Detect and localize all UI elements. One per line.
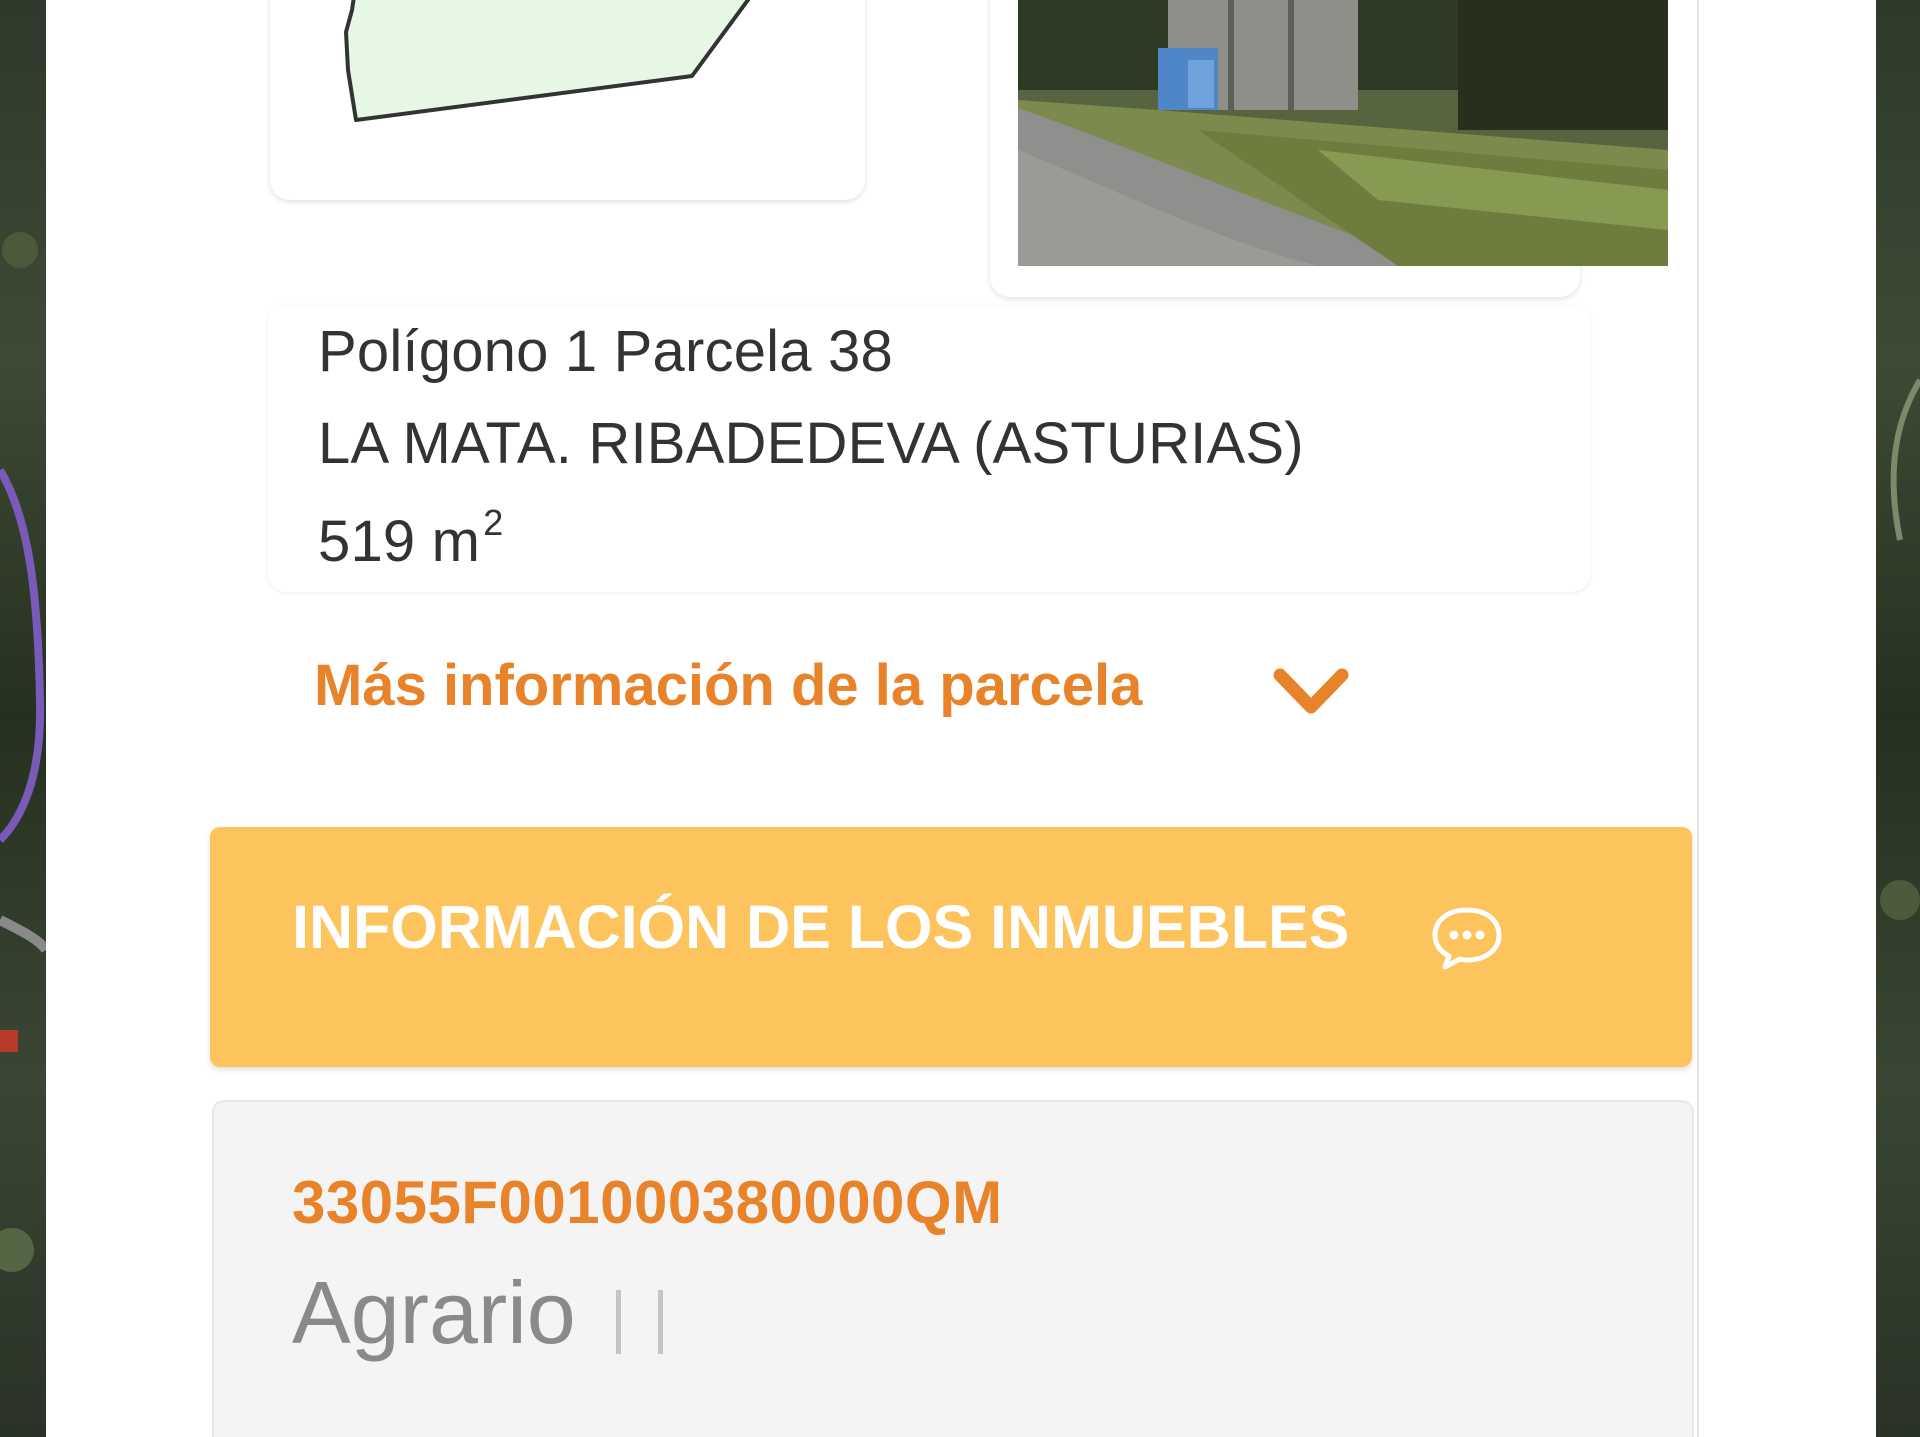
parcel-outline-card[interactable] bbox=[270, 0, 865, 200]
property-separator bbox=[658, 1290, 663, 1354]
parcel-area-exponent: 2 bbox=[483, 502, 504, 543]
panel-divider bbox=[1697, 0, 1699, 1437]
screen: Polígono 1 Parcela 38 LA MATA. RIBADEDEV… bbox=[0, 0, 1920, 1437]
cadastral-reference[interactable]: 33055F001000380000QM bbox=[292, 1168, 1003, 1237]
property-use: Agrario bbox=[292, 1263, 576, 1362]
parcel-location: LA MATA. RIBADEDEVA (ASTURIAS) bbox=[318, 411, 1304, 476]
parcel-outline-shape bbox=[344, 0, 751, 122]
map-background-left[interactable] bbox=[0, 0, 46, 1437]
chevron-down-icon[interactable] bbox=[1272, 663, 1350, 723]
parcel-area: 519 m2 bbox=[318, 502, 503, 575]
more-parcel-info-link[interactable]: Más información de la parcela bbox=[314, 652, 1142, 719]
parcel-area-value: 519 m bbox=[318, 509, 481, 574]
properties-section-title: INFORMACIÓN DE LOS INMUEBLES bbox=[292, 893, 1350, 961]
map-background-right[interactable] bbox=[1876, 0, 1920, 1437]
parcel-photo[interactable] bbox=[1018, 0, 1668, 266]
chat-bubble-icon[interactable] bbox=[1430, 905, 1504, 971]
parcel-title: Polígono 1 Parcela 38 bbox=[318, 319, 893, 384]
property-separator bbox=[616, 1290, 621, 1354]
